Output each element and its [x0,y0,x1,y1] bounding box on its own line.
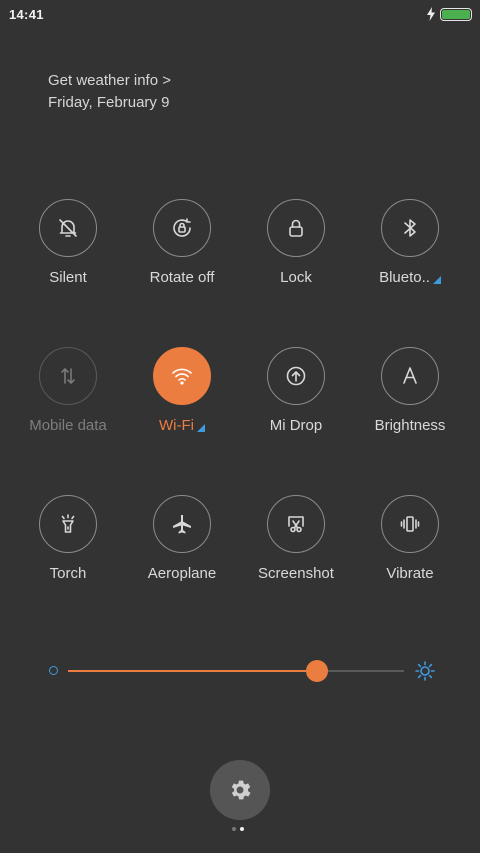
rotate-lock-icon [153,199,211,257]
toggle-label: Aeroplane [147,565,217,582]
toggle-mobile-data[interactable]: Mobile data [11,347,125,495]
toggle-label: Lock [280,269,312,286]
more-options-indicator [196,424,205,432]
toggle-bluetooth[interactable]: Blueto.. [353,199,467,347]
bell-off-icon [39,199,97,257]
charging-bolt-icon [427,7,435,21]
status-bar: 14:41 [0,0,480,28]
page-dot[interactable] [232,827,236,831]
auto-brightness-icon [381,347,439,405]
battery-level-fill [442,9,470,19]
toggle-label: Screenshot [258,565,334,582]
toggle-row-1: Silent Rotate off Lock Blueto.. [0,199,480,347]
toggle-label: Rotate off [149,269,215,286]
toggle-torch[interactable]: Torch [11,495,125,643]
wifi-icon [153,347,211,405]
scissors-icon [267,495,325,553]
toggle-rotate[interactable]: Rotate off [125,199,239,347]
gear-icon [231,780,251,800]
date-label: Friday, February 9 [48,94,170,111]
quick-toggles-grid: Silent Rotate off Lock Blueto.. Mobile d… [0,199,480,643]
toggle-label: Mobile data [29,417,107,434]
battery-icon [440,7,472,21]
dim-sun-icon [49,666,58,675]
mi-drop-icon [267,347,325,405]
toggle-label: Vibrate [386,565,434,582]
settings-button[interactable] [210,760,270,820]
page-dot-active[interactable] [240,827,244,831]
toggle-label: Torch [49,565,87,582]
toggle-label: Silent [49,269,87,286]
airplane-icon [153,495,211,553]
toggle-screenshot[interactable]: Screenshot [239,495,353,643]
toggle-lock[interactable]: Lock [239,199,353,347]
toggle-silent[interactable]: Silent [11,199,125,347]
toggle-label: Blueto.. [379,269,441,286]
page-indicator [232,827,244,831]
toggle-label: Mi Drop [269,417,323,434]
more-options-indicator [432,276,441,284]
toggle-aeroplane[interactable]: Aeroplane [125,495,239,643]
mobile-data-icon [39,347,97,405]
brightness-fill [68,670,317,672]
toggle-brightness[interactable]: Brightness [353,347,467,495]
toggle-row-3: Torch Aeroplane Screenshot Vibrate [0,495,480,643]
bright-sun-icon [414,660,436,682]
info-block: Get weather info > Friday, February 9 [48,70,171,114]
status-time: 14:41 [9,6,44,22]
bluetooth-icon [381,199,439,257]
brightness-thumb[interactable] [305,660,328,682]
toggle-vibrate[interactable]: Vibrate [353,495,467,643]
flashlight-icon [39,495,97,553]
status-icons [426,7,472,21]
toggle-row-2: Mobile data Wi-Fi Mi Drop Brightness [0,347,480,495]
toggle-mi-drop[interactable]: Mi Drop [239,347,353,495]
toggle-wifi[interactable]: Wi-Fi [125,347,239,495]
weather-link[interactable]: Get weather info > [48,70,171,92]
vibrate-icon [381,495,439,553]
brightness-track[interactable] [68,660,404,682]
toggle-label: Brightness [374,417,446,434]
padlock-icon [267,199,325,257]
toggle-label: Wi-Fi [159,417,205,434]
brightness-slider[interactable] [46,656,436,686]
